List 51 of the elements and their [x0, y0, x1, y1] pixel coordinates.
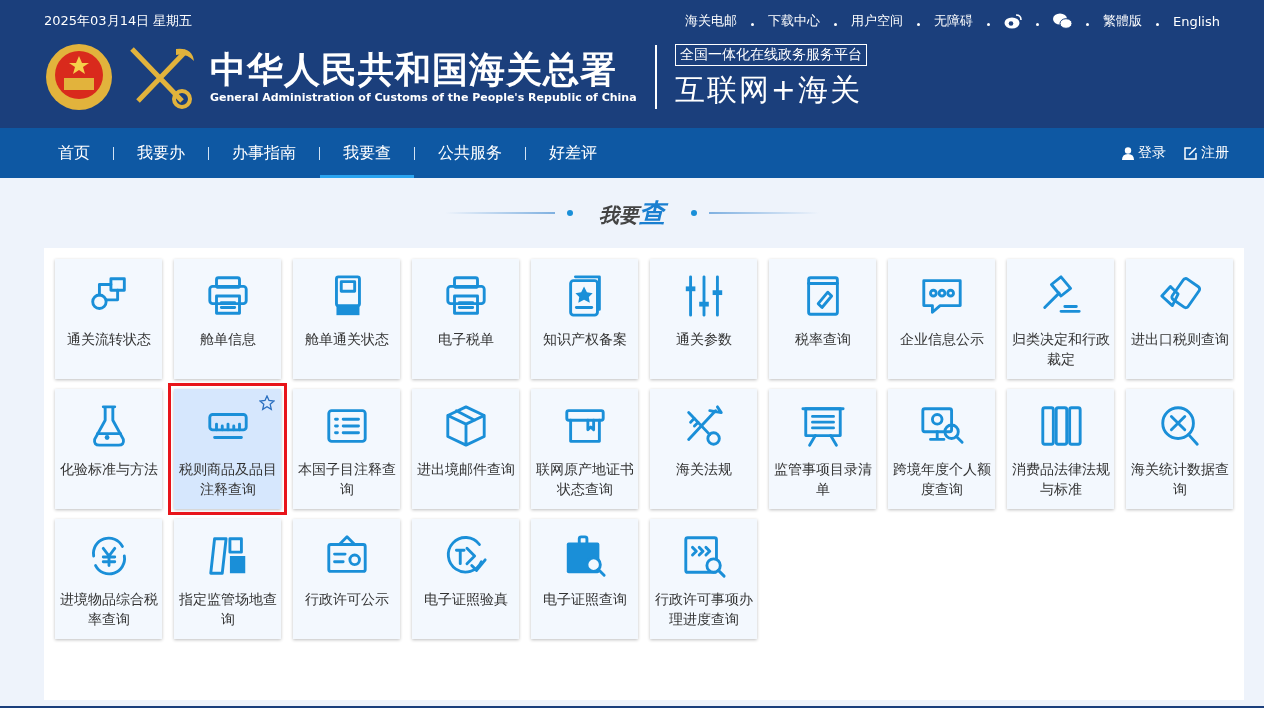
nav-tab[interactable]: 我要办 [114, 128, 208, 178]
service-tile[interactable]: 归类决定和行政裁定 [1007, 259, 1114, 379]
service-tile[interactable]: 进出境邮件查询 [412, 389, 519, 509]
service-tile[interactable]: 行政许可事项办理进度查询 [650, 519, 757, 639]
login-link[interactable]: 登录 [1138, 144, 1166, 162]
service-tile[interactable]: 海关法规 [650, 389, 757, 509]
service-tile[interactable]: 海关统计数据查询 [1126, 389, 1233, 509]
nav-tab[interactable]: 我要查 [320, 128, 414, 178]
service-tile[interactable]: 进境物品综合税率查询 [55, 519, 162, 639]
service-tile[interactable]: 舱单信息 [174, 259, 281, 379]
platform-label: 全国一体化在线政务服务平台 [674, 43, 867, 66]
register-link[interactable]: 注册 [1201, 144, 1229, 162]
service-tile[interactable]: 跨境年度个人额度查询 [888, 389, 995, 509]
service-tile[interactable]: 税率查询 [769, 259, 876, 379]
service-tile[interactable]: 知识产权备案 [531, 259, 638, 379]
site-title: 中华人民共和国海关总署 [210, 49, 618, 90]
section-title: 我要查 [585, 195, 679, 231]
favorite-star-icon[interactable] [259, 395, 275, 411]
service-tile[interactable]: 通关参数 [650, 259, 757, 379]
service-tile[interactable]: 通关流转状态 [55, 259, 162, 379]
edit-icon [1184, 146, 1197, 160]
service-tile[interactable]: 舱单通关状态 [293, 259, 400, 379]
service-tile[interactable]: 企业信息公示 [888, 259, 995, 379]
header-link[interactable]: 下载中心 [768, 12, 821, 30]
nav-tab[interactable]: 公共服务 [415, 128, 525, 178]
wechat-icon[interactable] [1053, 13, 1073, 29]
header-link[interactable]: 用户空间 [851, 12, 904, 30]
service-tile[interactable]: 电子税单 [412, 259, 519, 379]
service-tile[interactable]: 消费品法律法规与标准 [1007, 389, 1114, 509]
header-link[interactable]: 繁體版 [1103, 12, 1143, 30]
nav-tab[interactable]: 好差评 [526, 128, 620, 178]
header-link[interactable]: 无障碍 [934, 12, 974, 30]
service-tile[interactable]: 行政许可公示 [293, 519, 400, 639]
nav-tab[interactable]: 首页 [35, 128, 113, 178]
service-tile[interactable]: 指定监管场地查询 [174, 519, 281, 639]
service-tile[interactable]: 电子证照查询 [531, 519, 638, 639]
service-tile[interactable]: 本国子目注释查询 [293, 389, 400, 509]
service-tile[interactable]: 监管事项目录清单 [769, 389, 876, 509]
nav-tab[interactable]: 办事指南 [209, 128, 319, 178]
header-link[interactable]: 海关电邮 [685, 12, 738, 30]
header-link[interactable]: English [1173, 13, 1220, 29]
service-tile[interactable]: 进出口税则查询 [1126, 259, 1233, 379]
national-emblem-icon [44, 42, 114, 112]
service-tile[interactable]: 化验标准与方法 [55, 389, 162, 509]
user-icon [1122, 146, 1134, 160]
service-tile[interactable]: 联网原产地证书状态查询 [531, 389, 638, 509]
slogan-text: 互联网+海关 [674, 70, 863, 109]
service-tile[interactable]: 电子证照验真 [412, 519, 519, 639]
site-subtitle: General Administration of Customs of the People's Republic of China [210, 91, 637, 105]
date-text: 2025年03月14日 星期五 [44, 12, 193, 30]
weibo-icon[interactable] [1004, 13, 1023, 29]
